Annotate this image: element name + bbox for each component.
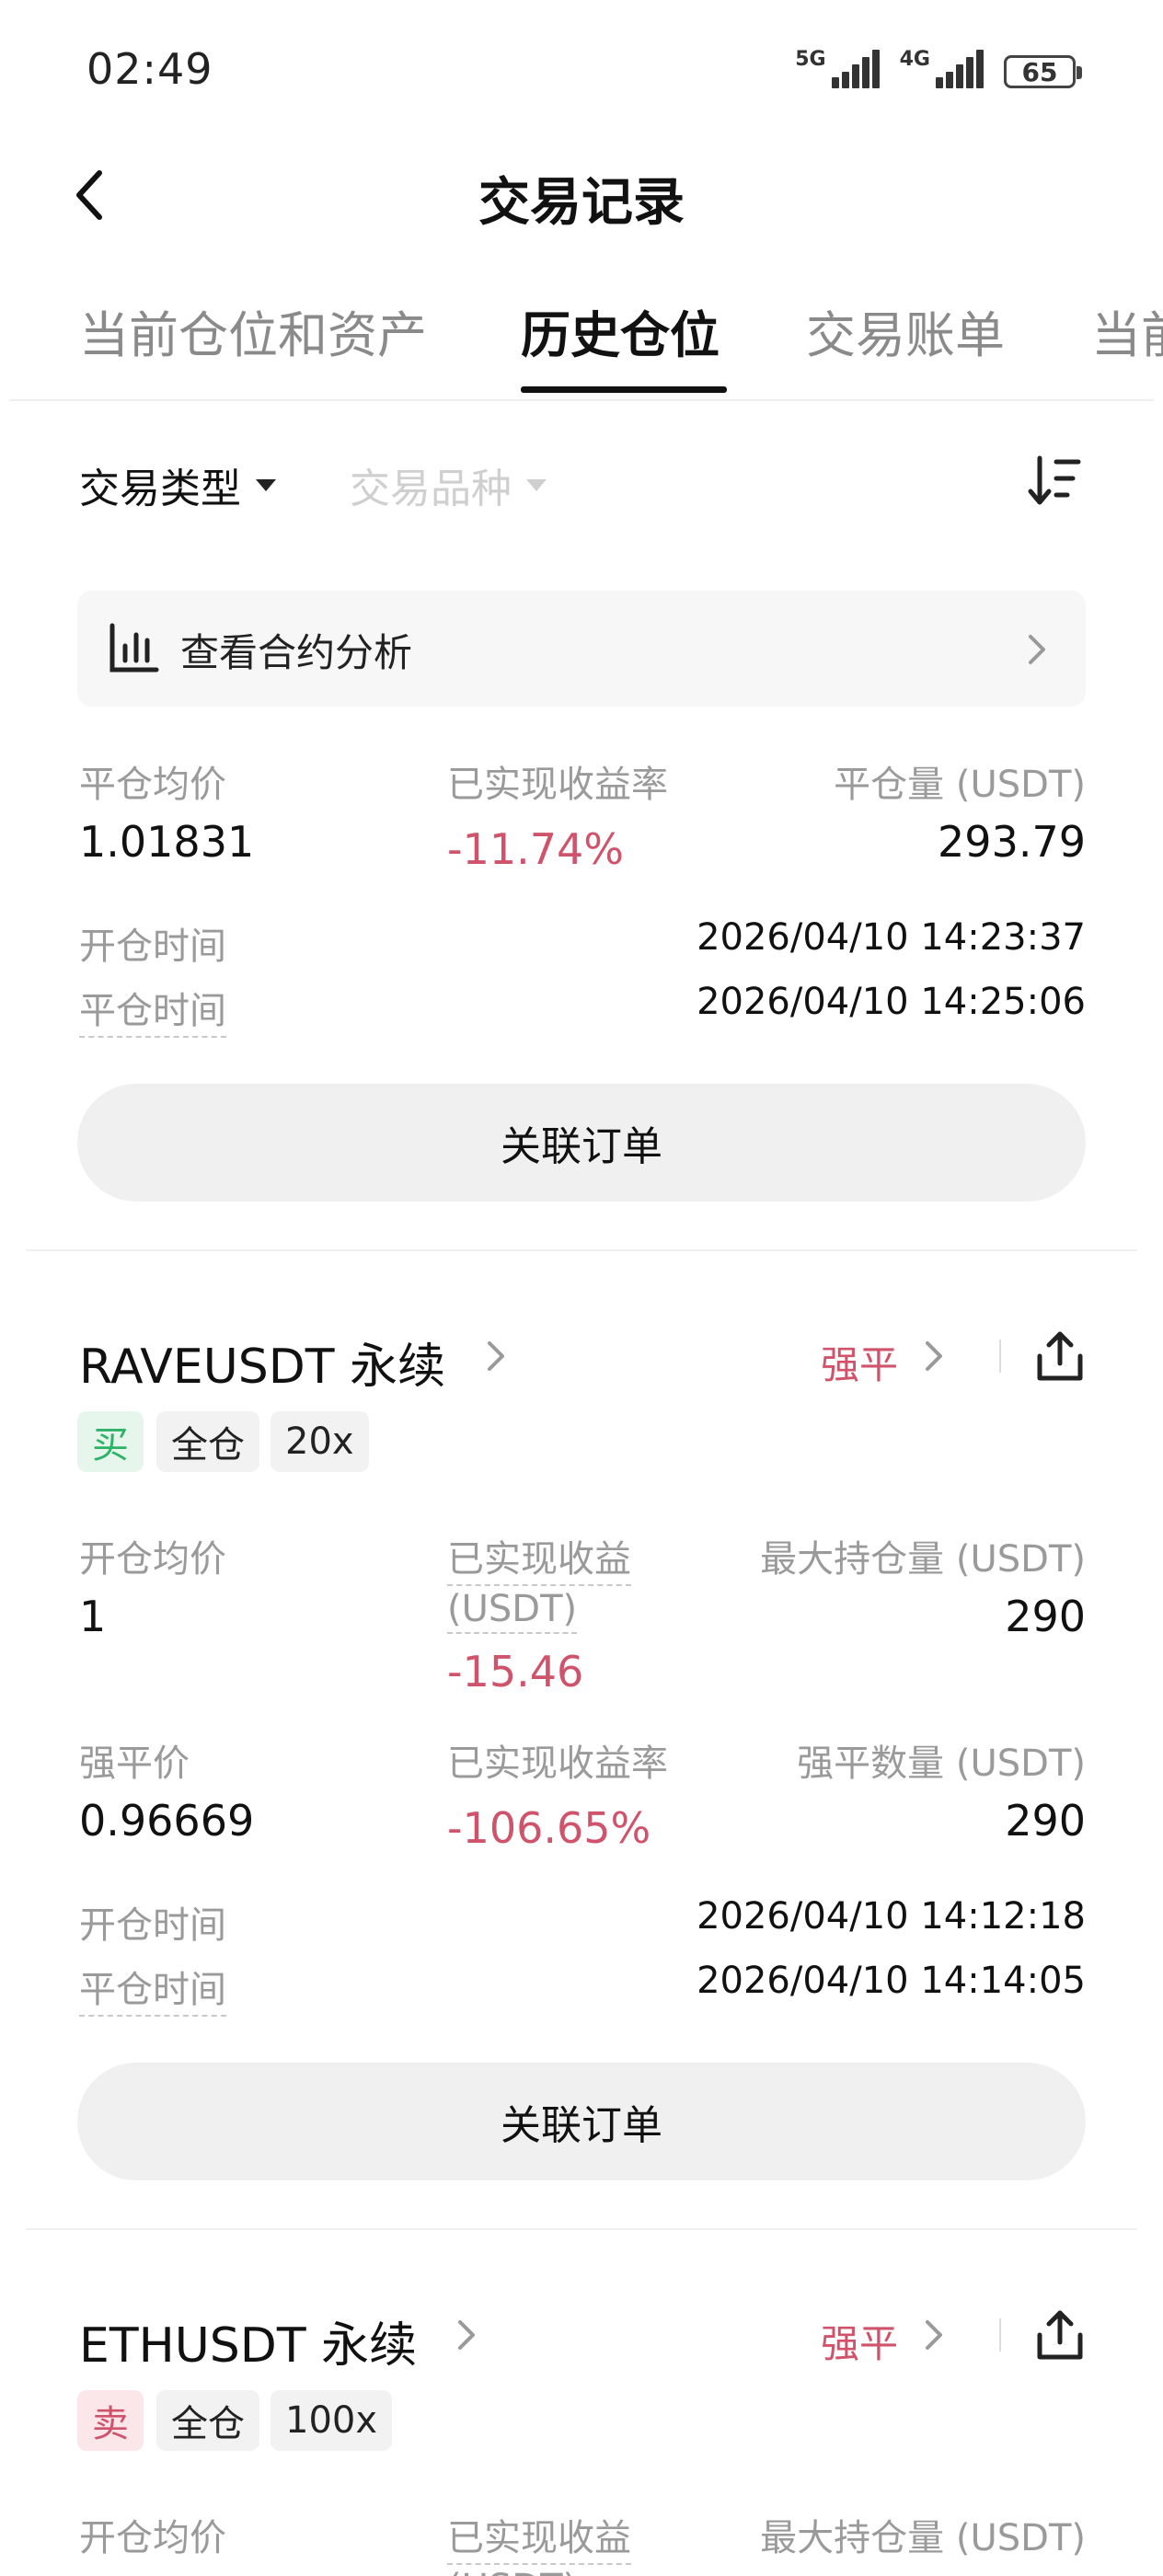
realized-rate-label: 已实现收益率 [447,764,668,806]
net-label-4g: 4G [899,48,930,71]
open-time-label: 开仓时间 [79,926,226,968]
realized-pnl-label[interactable]: 已实现收益 (USDT) [447,2508,631,2576]
tabs-divider [9,399,1154,401]
tab-bar: 当前仓位和资产 历史仓位 交易账单 当前 [0,294,1163,396]
close-time-value: 2026/04/10 14:14:05 [697,1960,1086,2002]
analysis-label: 查看合约分析 [180,630,413,675]
margin-mode-tag: 全仓 [156,2390,259,2451]
realized-rate-value: -11.74% [447,824,624,874]
tab-current-more[interactable]: 当前 [1091,294,1163,367]
realized-pnl-value: -15.46 [447,1647,584,1696]
sort-icon[interactable] [1027,453,1082,508]
max-position-label: 最大持仓量 (USDT) [760,2517,1086,2559]
realized-pnl-label-line2: (USDT) [447,2567,577,2576]
screen: 02:49 5G 4G 65 交易记录 当前仓位和资产 历史仓位 交易账单 当前… [0,0,1163,2576]
trade-type-label: 交易类型 [79,466,241,512]
close-time-label[interactable]: 平仓时间 [79,981,226,1038]
signal-5g-icon: 5G [795,48,880,88]
chevron-right-icon[interactable] [486,1340,506,1373]
status-time: 02:49 [86,44,213,94]
related-orders-button[interactable]: 关联订单 [77,1084,1086,1202]
net-label-5g: 5G [795,48,826,71]
avg-close-value: 1.01831 [79,817,255,867]
liquidation-status[interactable]: 强平 [821,1334,898,1390]
open-time-value: 2026/04/10 14:12:18 [697,1895,1086,1938]
tab-trade-bills[interactable]: 交易账单 [806,294,1005,367]
tab-current-positions[interactable]: 当前仓位和资产 [79,294,427,367]
vertical-separator [999,1340,1001,1373]
side-tag-sell: 卖 [77,2390,144,2451]
page-title: 交易记录 [478,173,685,233]
avg-open-value: 1 [79,1592,107,1641]
liq-price-label: 强平价 [79,1742,190,1785]
chevron-right-icon[interactable] [456,2318,477,2352]
max-position-label: 最大持仓量 (USDT) [760,1538,1086,1581]
leverage-tag: 20x [271,1411,369,1472]
side-tag-buy: 买 [77,1411,144,1472]
close-time-value: 2026/04/10 14:25:06 [697,981,1086,1023]
realized-pnl-label-line1: 已实现收益 [447,1529,631,1586]
max-position-value: 290 [1005,1592,1086,1641]
liq-amount-value: 290 [1005,1796,1086,1846]
contract-analysis-link[interactable]: 查看合约分析 [77,591,1086,707]
close-time-label[interactable]: 平仓时间 [79,1960,226,2017]
realized-pnl-label-line1: 已实现收益 [447,2508,631,2565]
liq-price-value: 0.96669 [79,1796,255,1846]
close-amount-value: 293.79 [938,817,1086,867]
leverage-tag: 100x [271,2390,393,2451]
share-icon[interactable] [1036,2309,1084,2361]
realized-pnl-label-line2: (USDT) [447,1588,578,1634]
caret-down-icon [256,478,276,491]
margin-mode-tag: 全仓 [156,1411,259,1472]
avg-open-label: 开仓均价 [79,2517,226,2559]
position-symbol[interactable]: RAVEUSDT 永续 [79,1328,445,1397]
status-icons: 5G 4G 65 [795,48,1082,88]
share-icon[interactable] [1036,1330,1084,1382]
active-tab-indicator [521,386,727,393]
trade-symbol-label: 交易品种 [350,466,512,512]
battery-icon: 65 [1004,55,1082,88]
chevron-right-icon [1029,635,1045,664]
card-divider [26,2228,1137,2230]
chevron-right-icon[interactable] [924,2318,944,2352]
avg-open-label: 开仓均价 [79,1538,226,1581]
realized-rate-value: -106.65% [447,1803,651,1853]
realized-rate-label: 已实现收益率 [447,1742,668,1785]
chevron-right-icon[interactable] [924,1340,944,1373]
open-time-label: 开仓时间 [79,1904,226,1947]
trade-symbol-filter[interactable]: 交易品种 [350,455,547,514]
bar-chart-icon [109,623,159,673]
signal-4g-icon: 4G [900,50,984,88]
liquidation-status[interactable]: 强平 [821,2313,898,2369]
position-symbol[interactable]: ETHUSDT 永续 [79,2306,417,2375]
close-amount-label: 平仓量 (USDT) [834,764,1086,806]
trade-type-filter[interactable]: 交易类型 [79,455,276,514]
tab-history-positions[interactable]: 历史仓位 [521,294,720,367]
vertical-separator [999,2318,1001,2352]
liq-amount-label: 强平数量 (USDT) [797,1742,1086,1785]
related-orders-button[interactable]: 关联订单 [77,2063,1086,2180]
battery-level: 65 [1021,56,1058,87]
caret-down-icon [526,478,547,491]
open-time-value: 2026/04/10 14:23:37 [697,916,1086,959]
card-divider [26,1249,1137,1251]
realized-pnl-label[interactable]: 已实现收益 (USDT) [447,1529,631,1634]
avg-close-label: 平仓均价 [79,764,226,806]
